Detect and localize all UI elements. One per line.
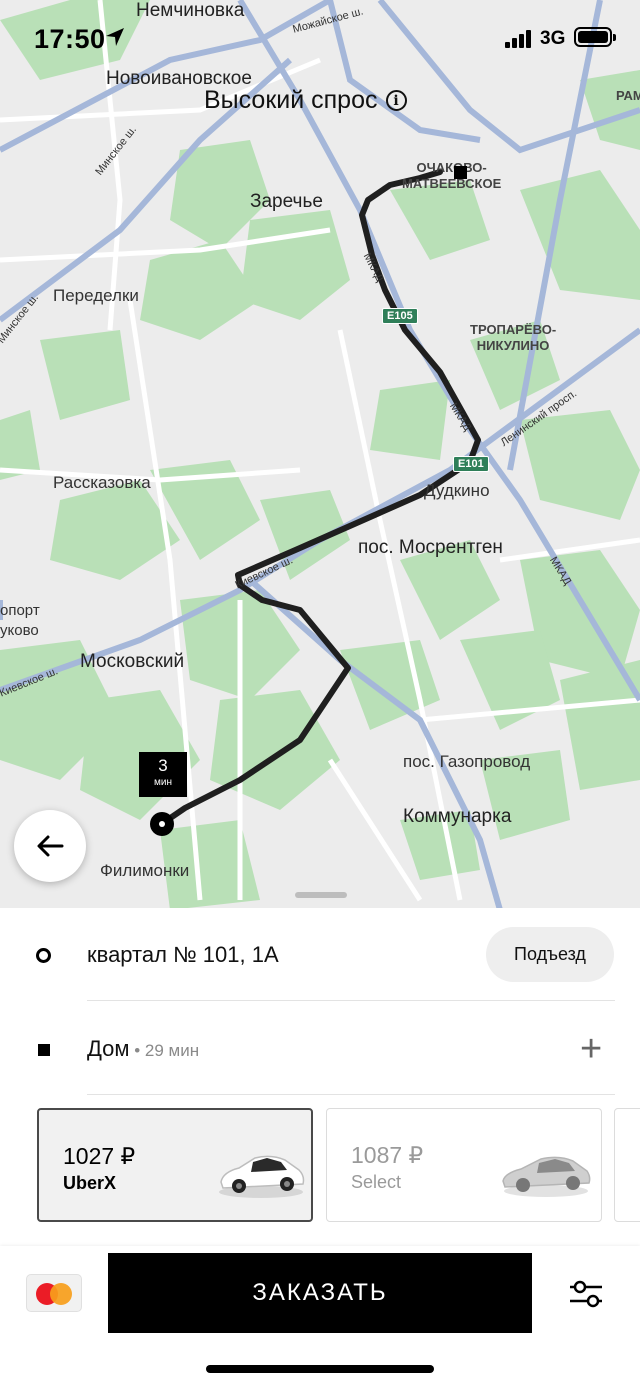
status-time: 17:50 [34, 24, 106, 54]
car-icon [502, 1156, 591, 1197]
map-label-zarechye: Заречье [250, 191, 323, 212]
map-label-ochakovo-line1: ОЧАКОВО- [416, 160, 487, 175]
map-label-ochakovo-line2: МАТВЕЕВСКОЕ [402, 176, 502, 191]
product-card-select[interactable]: 1087 ₽ Select [326, 1108, 602, 1222]
order-button[interactable]: ЗАКАЗАТЬ [108, 1253, 532, 1333]
map-label-peredelki: Переделки [53, 286, 139, 305]
status-bar: 17:50 3G [0, 0, 640, 78]
plus-icon[interactable]: + [580, 1030, 602, 1068]
pickup-pin[interactable] [150, 812, 174, 836]
map-label-troparevo-line1: ТРОПАРЁВО- [470, 322, 557, 337]
destination-eta: • 29 мин [129, 1041, 200, 1060]
sheet-grabber[interactable] [295, 892, 347, 898]
product-name: Select [351, 1172, 402, 1192]
divider [87, 1000, 615, 1001]
surge-notice-text: Высокий спрос [204, 86, 378, 114]
pickup-address[interactable]: квартал № 101, 1А [87, 942, 279, 968]
back-button[interactable] [14, 810, 86, 882]
battery-icon [574, 27, 616, 47]
map-label-airport-1: опорт [0, 602, 40, 619]
mastercard-icon[interactable] [26, 1274, 82, 1312]
pickup-eta-badge: 3 мин [139, 752, 187, 797]
divider [87, 1094, 615, 1095]
sliders-icon[interactable] [566, 1274, 606, 1314]
product-price: 1087 ₽ [351, 1142, 424, 1168]
entrance-button[interactable]: Подъезд [486, 927, 614, 982]
map-label-gazoprovod: пос. Газопровод [403, 752, 531, 771]
map-canvas [0, 0, 640, 910]
map-label-kommunarka: Коммунарка [403, 806, 512, 827]
map-label-mosrentgen: пос. Мосрентген [358, 537, 503, 558]
car-icon [219, 1155, 305, 1198]
arrow-left-icon [37, 835, 64, 857]
destination-marker-icon [38, 1044, 50, 1056]
product-price: 1027 ₽ [63, 1143, 136, 1169]
destination-name: Дом [87, 1036, 130, 1061]
destination-pin [454, 166, 467, 179]
product-card-uberx[interactable]: 1027 ₽ UberX [37, 1108, 313, 1222]
map-view[interactable]: Немчиновка Новоивановское Заречье Переде… [0, 0, 640, 910]
pickup-eta-unit: мин [154, 777, 172, 788]
route-shield-e105: E105 [382, 308, 418, 324]
map-label-moskovsky: Московский [80, 651, 185, 672]
map-label-dudkino: Дудкино [424, 481, 490, 500]
home-indicator[interactable] [206, 1365, 434, 1373]
network-type: 3G [540, 28, 566, 49]
map-label-ram: РАМ [616, 88, 640, 103]
signal-bars-icon [505, 30, 531, 48]
map-label-troparevo: ТРОПАРЁВО- НИКУЛИНО [470, 322, 556, 354]
pickup-marker-icon [36, 948, 51, 963]
surge-notice[interactable]: Высокий спрос i [204, 86, 407, 115]
map-label-ochakovo: ОЧАКОВО- МАТВЕЕВСКОЕ [402, 160, 501, 192]
route-shield-e101: E101 [453, 456, 489, 472]
map-label-troparevo-line2: НИКУЛИНО [476, 338, 550, 353]
map-label-airport-2: уково [0, 622, 39, 639]
pickup-eta-value: 3 [158, 756, 168, 775]
map-label-rasskazovka: Рассказовка [53, 473, 151, 492]
location-arrow-icon [106, 28, 124, 46]
product-name: UberX [63, 1173, 117, 1193]
product-card-next[interactable] [614, 1108, 640, 1222]
info-icon[interactable]: i [385, 90, 407, 111]
destination-field[interactable]: Дом • 29 мин [87, 1036, 199, 1062]
map-label-filimonki: Филимонки [100, 861, 190, 880]
